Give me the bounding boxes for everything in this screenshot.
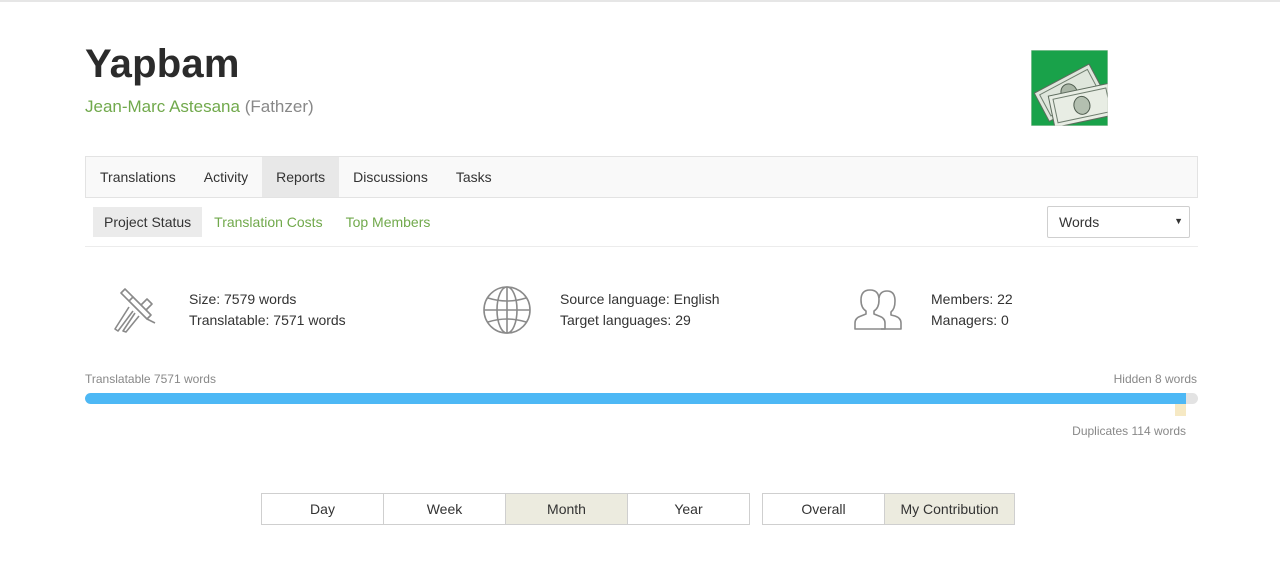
top-border	[0, 0, 1280, 2]
tab-activity[interactable]: Activity	[190, 157, 262, 197]
project-logo	[1031, 50, 1108, 126]
scope-button-group: Overall My Contribution	[762, 493, 1015, 525]
period-month-button[interactable]: Month	[505, 493, 628, 525]
subtab-project-status[interactable]: Project Status	[93, 207, 203, 237]
hidden-label: Hidden 8 words	[1113, 372, 1197, 386]
scope-overall-button[interactable]: Overall	[762, 493, 885, 525]
owner-username: (Fathzer)	[244, 97, 314, 116]
unit-select-value: Words	[1059, 214, 1100, 230]
period-day-button[interactable]: Day	[261, 493, 384, 525]
main-tabs: Translations Activity Reports Discussion…	[85, 156, 1198, 198]
members-stat-text: Members: 22 Managers: 0	[931, 289, 1013, 331]
tab-translations[interactable]: Translations	[86, 157, 190, 197]
unit-select[interactable]: Words ▼	[1047, 206, 1190, 238]
word-progress-bar	[85, 393, 1198, 404]
scope-my-contribution-button[interactable]: My Contribution	[884, 493, 1015, 525]
tab-tasks[interactable]: Tasks	[442, 157, 506, 197]
translatable-label: Translatable 7571 words	[85, 372, 216, 386]
divider	[85, 246, 1198, 247]
report-subnav: Project Status Translation Costs Top Mem…	[93, 207, 442, 237]
duplicates-label: Duplicates 114 words	[1072, 424, 1186, 438]
duplicates-marker	[1175, 404, 1186, 416]
owner-name-link[interactable]: Jean-Marc Astesana	[85, 97, 240, 116]
money-bills-icon	[1031, 50, 1108, 126]
subtab-top-members[interactable]: Top Members	[335, 207, 442, 237]
stat-languages: Source language: English Target language…	[482, 285, 720, 335]
period-button-group: Day Week Month Year	[261, 493, 750, 525]
members-line: Members: 22	[931, 291, 1013, 307]
size-line: Size: 7579 words	[189, 291, 297, 307]
period-week-button[interactable]: Week	[383, 493, 506, 525]
subtab-translation-costs[interactable]: Translation Costs	[203, 207, 333, 237]
caliper-icon	[114, 288, 156, 333]
size-stat-text: Size: 7579 words Translatable: 7571 word…	[189, 289, 346, 331]
languages-stat-text: Source language: English Target language…	[560, 289, 720, 331]
project-title: Yapbam	[85, 42, 240, 86]
users-icon	[854, 289, 902, 330]
source-language-line: Source language: English	[560, 291, 720, 307]
tab-discussions[interactable]: Discussions	[339, 157, 442, 197]
managers-line: Managers: 0	[931, 312, 1009, 328]
stat-members: Members: 22 Managers: 0	[853, 285, 1013, 335]
project-owner: Jean-Marc Astesana (Fathzer)	[85, 97, 314, 117]
stat-size: Size: 7579 words Translatable: 7571 word…	[111, 285, 346, 335]
translatable-line: Translatable: 7571 words	[189, 312, 346, 328]
globe-icon	[483, 286, 531, 334]
chevron-down-icon: ▼	[1174, 216, 1183, 226]
translatable-fill	[85, 393, 1186, 404]
tab-reports[interactable]: Reports	[262, 157, 340, 197]
period-year-button[interactable]: Year	[627, 493, 750, 525]
target-languages-line: Target languages: 29	[560, 312, 691, 328]
